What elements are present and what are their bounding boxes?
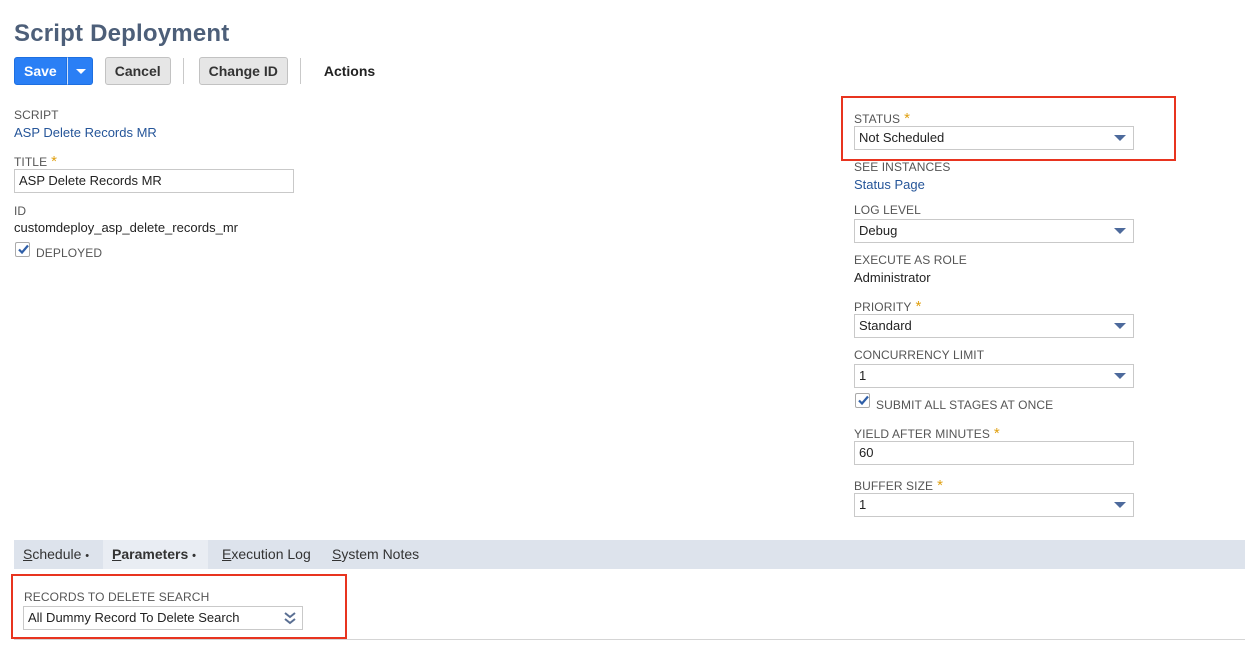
id-label: ID xyxy=(14,204,27,218)
submit-all-stages-label: SUBMIT ALL STAGES AT ONCE xyxy=(876,398,1054,412)
tab-schedule[interactable]: Schedule • xyxy=(14,540,101,569)
chevron-down-icon xyxy=(75,69,86,74)
tab-execution-log[interactable]: Execution Log xyxy=(213,540,320,569)
records-to-delete-search-label: RECORDS TO DELETE SEARCH xyxy=(24,590,210,604)
log-level-select[interactable]: Debug xyxy=(854,219,1134,243)
chevron-down-icon xyxy=(1114,323,1126,329)
buffer-size-select-value: 1 xyxy=(859,497,867,512)
log-level-select-value: Debug xyxy=(859,223,898,238)
save-menu-button[interactable] xyxy=(66,57,93,85)
execute-as-role-label: EXECUTE AS ROLE xyxy=(854,253,967,267)
deployed-checkbox[interactable] xyxy=(15,242,30,257)
concurrency-limit-select[interactable]: 1 xyxy=(854,364,1134,388)
priority-select[interactable]: Standard xyxy=(854,314,1134,338)
priority-select-value: Standard xyxy=(859,318,912,333)
concurrency-limit-label: CONCURRENCY LIMIT xyxy=(854,348,985,362)
buffer-size-select[interactable]: 1 xyxy=(854,493,1134,517)
tab-parameters[interactable]: Parameters • xyxy=(103,540,208,569)
deployed-label: DEPLOYED xyxy=(36,246,103,260)
title-input[interactable]: ASP Delete Records MR xyxy=(14,169,294,193)
records-to-delete-search-select[interactable]: All Dummy Record To Delete Search xyxy=(23,606,303,630)
required-marker: * xyxy=(904,110,911,127)
required-marker: * xyxy=(937,477,944,494)
id-value: customdeploy_asp_delete_records_mr xyxy=(14,220,239,235)
cancel-button[interactable]: Cancel xyxy=(104,57,171,85)
see-instances-label: SEE INSTANCES xyxy=(854,160,951,174)
chevron-down-icon xyxy=(1114,135,1126,141)
chevron-down-icon xyxy=(1114,228,1126,234)
status-select-value: Not Scheduled xyxy=(859,130,945,145)
checkmark-icon xyxy=(18,244,29,255)
buffer-size-label: BUFFER SIZE * xyxy=(854,477,944,494)
page-title: Script Deployment xyxy=(14,20,230,47)
subtab-bar: Schedule • Parameters • Execution Log Sy… xyxy=(14,540,1245,569)
checkmark-icon xyxy=(858,395,869,406)
log-level-label: LOG LEVEL xyxy=(854,203,921,217)
status-page-link[interactable]: Status Page xyxy=(854,177,925,192)
required-marker: * xyxy=(993,425,1000,442)
submit-all-stages-checkbox[interactable] xyxy=(855,393,870,408)
change-id-button[interactable]: Change ID xyxy=(198,57,288,85)
records-to-delete-search-value: All Dummy Record To Delete Search xyxy=(28,610,240,625)
title-label: TITLE * xyxy=(14,153,58,170)
status-select[interactable]: Not Scheduled xyxy=(854,126,1134,150)
required-marker: * xyxy=(915,298,922,315)
concurrency-limit-select-value: 1 xyxy=(859,368,867,383)
section-divider xyxy=(14,639,1245,640)
toolbar: Save Cancel Change ID Actions xyxy=(14,57,375,85)
actions-menu[interactable]: Actions xyxy=(324,63,375,79)
script-link[interactable]: ASP Delete Records MR xyxy=(14,125,157,140)
chevron-down-icon xyxy=(1114,502,1126,508)
save-button[interactable]: Save xyxy=(14,57,67,85)
chevron-down-icon xyxy=(1114,373,1126,379)
toolbar-divider xyxy=(182,58,184,84)
execute-as-role-value: Administrator xyxy=(854,270,931,285)
tab-system-notes[interactable]: System Notes xyxy=(323,540,428,569)
double-chevron-down-icon xyxy=(284,612,296,625)
priority-label: PRIORITY * xyxy=(854,298,922,315)
script-label: SCRIPT xyxy=(14,108,59,122)
required-marker: * xyxy=(51,153,58,170)
status-label: STATUS * xyxy=(854,110,911,127)
toolbar-divider xyxy=(299,58,301,84)
yield-after-minutes-label: YIELD AFTER MINUTES * xyxy=(854,425,1000,442)
yield-after-minutes-input[interactable]: 60 xyxy=(854,441,1134,465)
